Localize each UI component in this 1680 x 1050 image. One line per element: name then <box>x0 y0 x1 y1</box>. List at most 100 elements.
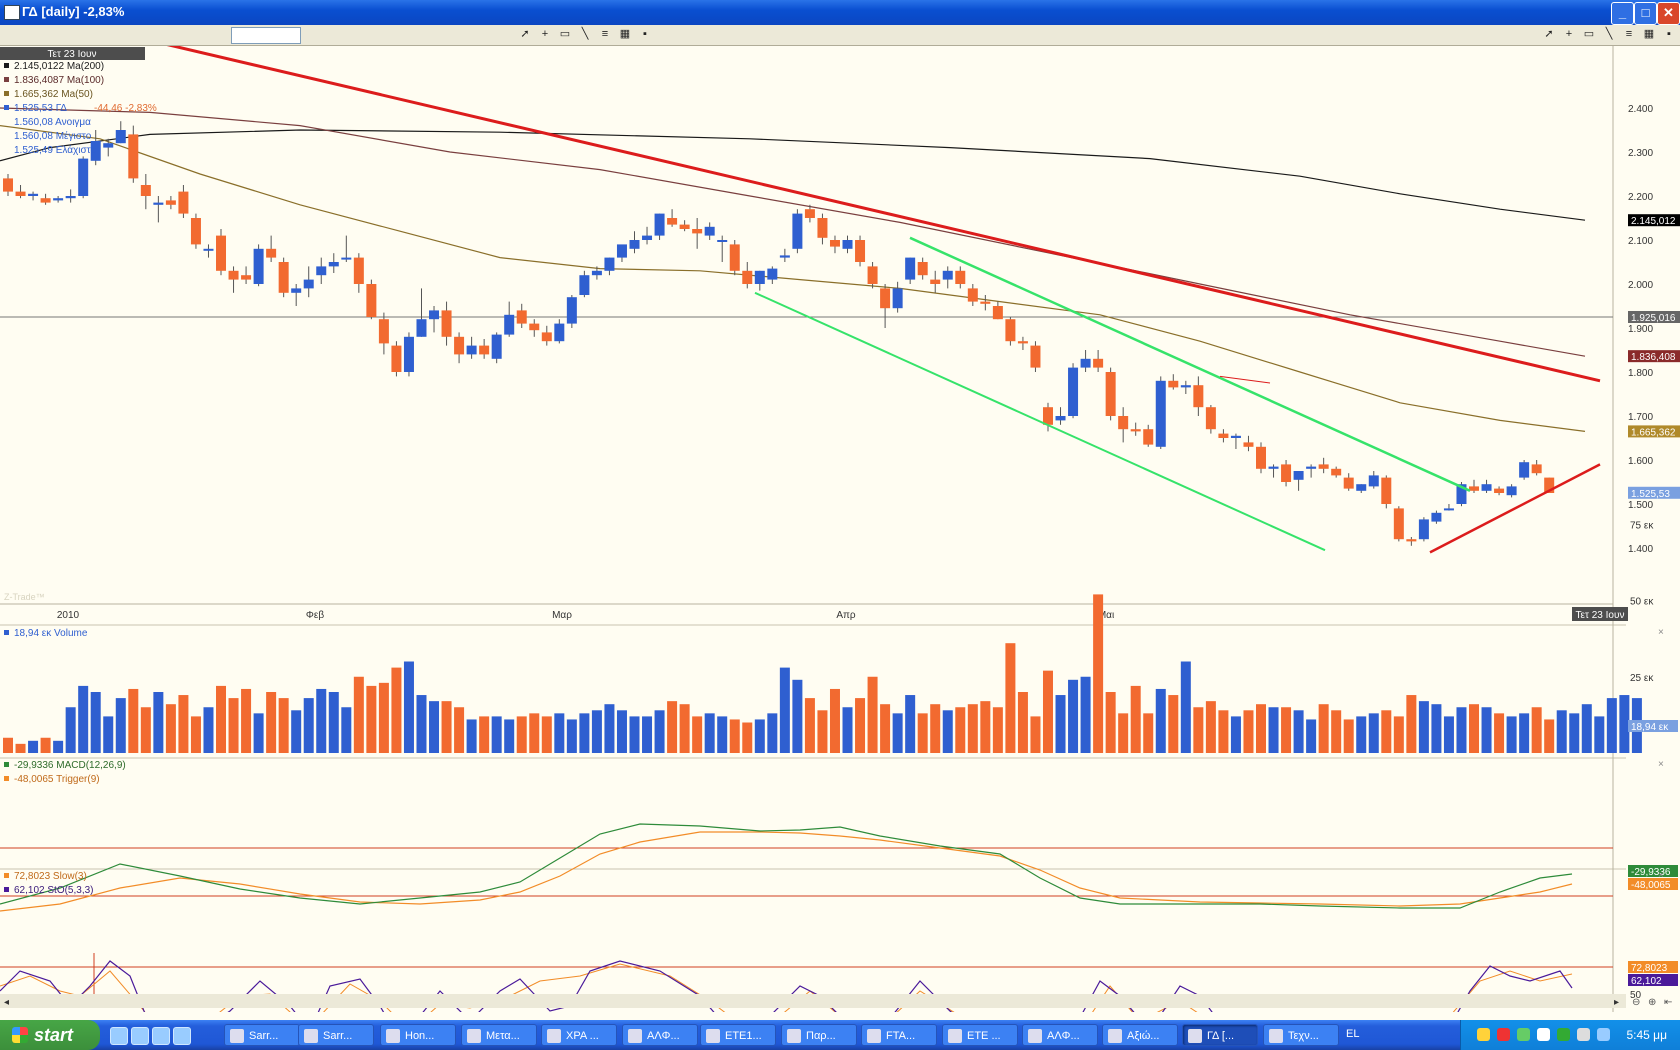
ie-icon[interactable] <box>131 1027 149 1045</box>
desktop-icon[interactable] <box>173 1027 191 1045</box>
taskbar-item[interactable]: Sarr... <box>224 1024 300 1046</box>
candle-body <box>3 178 13 192</box>
candle-body <box>679 224 690 229</box>
menu-icon[interactable]: ≡ <box>598 27 612 41</box>
volume-bar <box>466 719 477 753</box>
tray-icon-4[interactable] <box>1537 1028 1550 1041</box>
candle-body <box>115 130 126 144</box>
taskbar-item[interactable]: Sarr... <box>298 1024 374 1046</box>
candle-body <box>341 257 352 260</box>
volume-bar <box>1519 713 1530 753</box>
start-button[interactable]: start <box>0 1020 100 1050</box>
minimize-button[interactable]: _ <box>1611 2 1634 25</box>
taskbar-item[interactable]: ETE ... <box>942 1024 1018 1046</box>
task-app-icon <box>1028 1029 1042 1043</box>
volume-bar <box>629 716 640 753</box>
tray-icon-2[interactable] <box>1497 1028 1510 1041</box>
volume-bar <box>203 707 214 753</box>
volume-bar <box>1456 707 1467 753</box>
candle-body <box>291 288 302 293</box>
line-icon-2[interactable]: ╲ <box>1602 27 1616 41</box>
volume-bar <box>1381 710 1392 753</box>
candle-body <box>15 191 26 196</box>
tray-icon-1[interactable] <box>1477 1028 1490 1041</box>
watermark: Z-Trade™ <box>4 592 45 602</box>
menu-icon-2[interactable]: ≡ <box>1622 27 1636 41</box>
save-icon-2[interactable]: ▪ <box>1662 27 1676 41</box>
taskbar-item[interactable]: Αξιώ... <box>1102 1024 1178 1046</box>
tray-icon-6[interactable] <box>1577 1028 1590 1041</box>
language-indicator[interactable]: EL <box>1346 1028 1359 1040</box>
media-icon[interactable] <box>152 1027 170 1045</box>
candle-body <box>366 284 377 317</box>
candle-body <box>1406 539 1417 542</box>
candle-body <box>717 240 728 242</box>
taskbar-item-label: FTA... <box>886 1030 916 1042</box>
scroll-left-icon[interactable]: ◂ <box>4 997 9 1008</box>
chart-icon-2[interactable]: ▦ <box>1642 27 1656 41</box>
task-app-icon <box>787 1029 801 1043</box>
pointer-icon[interactable]: ➚ <box>518 27 532 41</box>
volume-close-icon[interactable]: × <box>1658 627 1664 638</box>
rectangle-icon[interactable]: ▭ <box>558 27 572 41</box>
tray-icon-5[interactable] <box>1557 1028 1570 1041</box>
taskbar-item[interactable]: ΓΔ [... <box>1182 1024 1258 1046</box>
taskbar-item[interactable]: FTA... <box>861 1024 937 1046</box>
volume-bar <box>165 704 176 753</box>
legend-change: -44,46 -2,83% <box>94 103 157 114</box>
crosshair-icon[interactable]: + <box>538 27 552 41</box>
candle-body <box>967 288 978 302</box>
candle-body <box>40 198 51 203</box>
stoch-close-icon[interactable]: × <box>1658 870 1664 881</box>
close-button[interactable]: ✕ <box>1657 2 1680 25</box>
symbol-input[interactable] <box>231 27 301 44</box>
crosshair-icon-2[interactable]: + <box>1562 27 1576 41</box>
pointer-icon-2[interactable]: ➚ <box>1542 27 1556 41</box>
volume-bar <box>303 698 314 753</box>
volume-bar <box>667 701 678 753</box>
fit-icon[interactable]: ⇤ <box>1664 997 1672 1008</box>
taskbar-item[interactable]: ETE1... <box>700 1024 776 1046</box>
taskbar-item[interactable]: Τεχν... <box>1263 1024 1339 1046</box>
chart-icon[interactable]: ▦ <box>618 27 632 41</box>
zoom-out-icon[interactable]: ⊖ <box>1632 997 1640 1008</box>
zoom-in-icon[interactable]: ⊕ <box>1648 997 1656 1008</box>
price-tick-label: 1.400 <box>1628 544 1653 555</box>
taskbar-item[interactable]: Hon... <box>380 1024 456 1046</box>
macd-close-icon[interactable]: × <box>1658 759 1664 770</box>
volume-icon[interactable] <box>1597 1028 1610 1041</box>
candle-body <box>554 323 565 342</box>
taskbar-item-label: ΑΛΦ... <box>647 1030 680 1042</box>
volume-bar <box>1155 688 1166 753</box>
candle-body <box>378 319 389 344</box>
quicklaunch-icon[interactable] <box>110 1027 128 1045</box>
candle-body <box>867 266 878 284</box>
candle-body <box>629 240 640 249</box>
price-tick-label: 2.100 <box>1628 236 1653 247</box>
taskbar-item[interactable]: Παρ... <box>781 1024 857 1046</box>
line-icon[interactable]: ╲ <box>578 27 592 41</box>
volume-bar <box>341 707 352 753</box>
chart-area[interactable]: 2.400 2.300 2.200 2.100 2.000 1.900 1.800 1.700… <box>0 46 1680 1012</box>
tray-icon-3[interactable] <box>1517 1028 1530 1041</box>
volume-bar <box>40 737 51 753</box>
candle-body <box>942 270 953 280</box>
horizontal-scrollbar[interactable] <box>0 994 1626 1008</box>
scroll-right-icon[interactable]: ▸ <box>1614 997 1619 1008</box>
candle-body <box>955 270 966 284</box>
volume-bar <box>767 713 778 753</box>
candle-body <box>1080 358 1091 368</box>
save-icon[interactable]: ▪ <box>638 27 652 41</box>
taskbar-item[interactable]: ΑΛΦ... <box>1022 1024 1098 1046</box>
volume-bar <box>892 713 903 753</box>
taskbar-item[interactable]: ΧΡΑ ... <box>541 1024 617 1046</box>
volume-label: 18,94 εκ Volume <box>14 628 88 639</box>
candle-body <box>767 268 778 280</box>
taskbar-item[interactable]: ΑΛΦ... <box>622 1024 698 1046</box>
volume-bar <box>1343 719 1354 753</box>
rectangle-icon-2[interactable]: ▭ <box>1582 27 1596 41</box>
macd-tag: -29,9336 <box>1631 867 1671 878</box>
maximize-button[interactable]: □ <box>1634 2 1657 25</box>
candle-body <box>880 288 891 309</box>
taskbar-item[interactable]: Μετα... <box>461 1024 537 1046</box>
